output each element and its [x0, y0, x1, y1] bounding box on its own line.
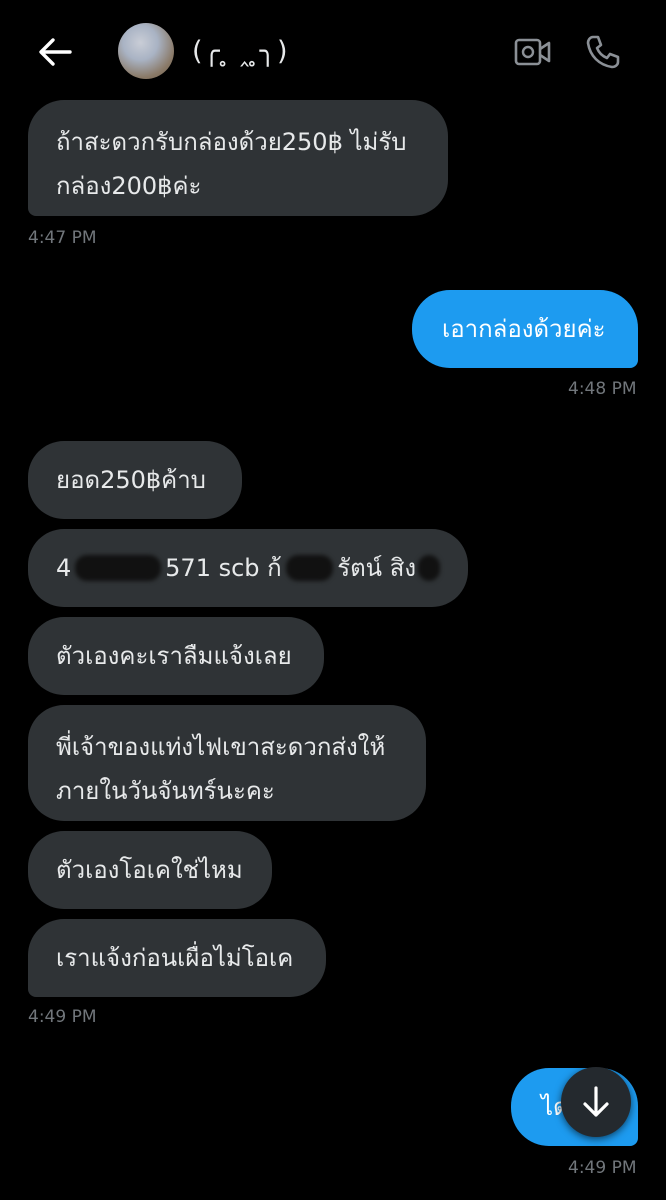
message-bubble-incoming[interactable]: ถ้าสะดวกรับกล่องด้วย250฿ ไม่รับ กล่อง200…	[28, 100, 448, 216]
video-call-button[interactable]	[511, 30, 555, 74]
message-timestamp: 4:47 PM	[28, 228, 97, 248]
redacted-text	[75, 555, 162, 581]
scroll-to-bottom-button[interactable]	[561, 1067, 631, 1137]
message-text: เราแจ้งก่อนเผื่อไม่โอเค	[56, 944, 294, 972]
message-text: ตัวเองคะเราลืมแจ้งเลย	[56, 642, 292, 670]
avatar[interactable]	[118, 23, 174, 79]
phone-icon	[586, 35, 620, 69]
chat-header: (╭ ̥ ‸ ̥╮)	[0, 0, 666, 100]
message-line: ภายในวันจันทร์นะคะ	[56, 777, 275, 805]
message-text-part: 4	[56, 554, 72, 582]
message-text: เอากล่องด้วยค่ะ	[442, 315, 606, 343]
message-line: พี่เจ้าของแท่งไฟเขาสะดวกส่งให้	[56, 733, 386, 761]
message-bubble-outgoing[interactable]: เอากล่องด้วยค่ะ	[412, 290, 638, 368]
message-bubble-incoming[interactable]: เราแจ้งก่อนเผื่อไม่โอเค	[28, 919, 326, 997]
redacted-text	[285, 555, 334, 581]
message-text: ตัวเองโอเคใช่ไหม	[56, 856, 243, 884]
message-text-part: 571 scb ก้	[165, 554, 282, 582]
message-timestamp: 4:49 PM	[28, 1007, 97, 1027]
message-timestamp: 4:49 PM	[568, 1158, 637, 1178]
contact-name[interactable]: (╭ ̥ ‸ ̥╮)	[192, 36, 288, 67]
message-line: ถ้าสะดวกรับกล่องด้วย250฿ ไม่รับ	[56, 128, 407, 156]
call-button[interactable]	[581, 30, 625, 74]
message-bubble-incoming[interactable]: ยอด250฿ค้าบ	[28, 441, 242, 519]
message-bubble-incoming[interactable]: พี่เจ้าของแท่งไฟเขาสะดวกส่งให้ ภายในวันจ…	[28, 705, 426, 821]
arrow-down-icon	[583, 1086, 609, 1117]
video-call-icon	[514, 38, 551, 66]
redacted-text	[418, 555, 440, 581]
message-bubble-incoming[interactable]: 4 571 scb ก้ รัตน์ สิง	[28, 529, 468, 607]
message-line: กล่อง200฿ค่ะ	[56, 172, 202, 200]
back-button[interactable]	[30, 30, 80, 74]
message-text-part: รัตน์ สิง	[337, 554, 417, 582]
message-bubble-incoming[interactable]: ตัวเองโอเคใช่ไหม	[28, 831, 272, 909]
arrow-left-icon	[39, 38, 72, 66]
message-bubble-incoming[interactable]: ตัวเองคะเราลืมแจ้งเลย	[28, 617, 324, 695]
message-timestamp: 4:48 PM	[568, 379, 637, 399]
message-text: ยอด250฿ค้าบ	[56, 466, 206, 494]
